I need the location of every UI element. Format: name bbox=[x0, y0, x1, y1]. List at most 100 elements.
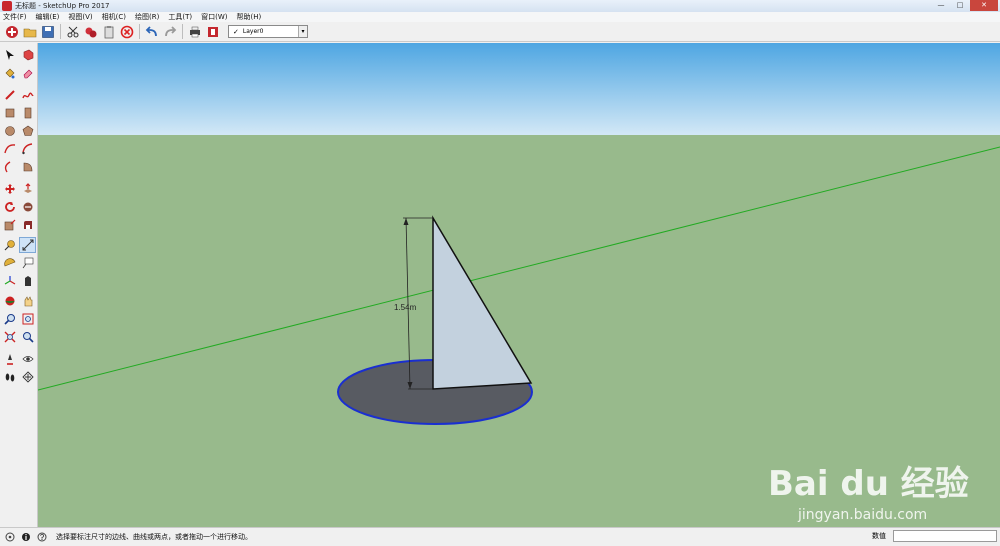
push-pull-tool[interactable] bbox=[19, 181, 36, 197]
dimension-label: 1.54m bbox=[394, 303, 417, 312]
three-point-arc-tool[interactable] bbox=[1, 159, 18, 175]
dimension-icon bbox=[22, 239, 33, 251]
toolbar-separator bbox=[182, 24, 183, 39]
toolbar-separator bbox=[60, 24, 61, 39]
zoom-window-tool[interactable] bbox=[19, 311, 36, 327]
redo-button[interactable] bbox=[161, 23, 179, 41]
geo-location-glyph bbox=[5, 532, 15, 542]
protractor-tool[interactable] bbox=[1, 255, 18, 271]
zoom-extents-tool[interactable] bbox=[1, 329, 18, 345]
look-around-tool[interactable] bbox=[19, 351, 36, 367]
offset-tool[interactable] bbox=[19, 217, 36, 233]
measurements-input[interactable] bbox=[893, 530, 997, 542]
question-glyph bbox=[37, 532, 47, 542]
previous-view-icon bbox=[22, 332, 34, 343]
follow-me-tool[interactable] bbox=[19, 199, 36, 215]
move-arrows-icon bbox=[4, 184, 15, 194]
cut-button[interactable] bbox=[64, 23, 82, 41]
menu-tools[interactable]: 工具(T) bbox=[168, 12, 192, 22]
erase-button[interactable] bbox=[118, 23, 136, 41]
protractor-icon bbox=[3, 258, 15, 267]
two-point-arc-icon bbox=[21, 143, 32, 155]
two-point-arc-tool[interactable] bbox=[19, 141, 36, 157]
3d-text-tool[interactable] bbox=[19, 273, 36, 289]
tape-measure-tool[interactable] bbox=[1, 237, 18, 253]
pie-tool[interactable] bbox=[19, 159, 36, 175]
rectangle-icon bbox=[5, 108, 14, 118]
axes-tool[interactable] bbox=[1, 273, 18, 289]
three-point-arc-icon bbox=[4, 161, 10, 173]
rotate-tool[interactable] bbox=[1, 199, 18, 215]
scale-icon bbox=[4, 219, 15, 231]
move-tool[interactable] bbox=[1, 181, 18, 197]
text-tool[interactable] bbox=[19, 255, 36, 271]
credits-icon[interactable] bbox=[20, 531, 32, 543]
tape-measure-icon bbox=[4, 240, 15, 251]
scene-canvas: 1.54m Bai du 经验 jingyan.baidu.com bbox=[38, 43, 1000, 527]
position-camera-tool[interactable] bbox=[1, 351, 18, 367]
minimize-button[interactable]: — bbox=[932, 0, 950, 11]
print-button[interactable] bbox=[186, 23, 204, 41]
chevron-down-icon[interactable]: ▾ bbox=[298, 26, 307, 37]
scissors-icon bbox=[67, 26, 79, 37]
eye-icon bbox=[21, 356, 34, 362]
menu-help[interactable]: 帮助(H) bbox=[236, 12, 261, 22]
help-icon[interactable] bbox=[36, 531, 48, 543]
paste-button[interactable] bbox=[100, 23, 118, 41]
previous-view-tool[interactable] bbox=[19, 329, 36, 345]
make-component-tool[interactable] bbox=[19, 47, 36, 63]
circle-tool[interactable] bbox=[1, 123, 18, 139]
sky bbox=[38, 43, 1000, 135]
info-glyph bbox=[22, 533, 30, 541]
new-file-icon bbox=[6, 25, 18, 38]
magnifier-icon bbox=[3, 314, 15, 325]
scale-tool[interactable] bbox=[1, 217, 18, 233]
circle-icon bbox=[4, 126, 15, 136]
paint-bucket-tool[interactable] bbox=[1, 65, 18, 81]
select-tool[interactable] bbox=[1, 47, 18, 63]
save-button[interactable] bbox=[39, 23, 57, 41]
menu-window[interactable]: 窗口(W) bbox=[201, 12, 227, 22]
line-tool[interactable] bbox=[1, 87, 18, 103]
rotated-rectangle-tool[interactable] bbox=[19, 105, 36, 121]
offset-icon bbox=[23, 221, 32, 229]
copy-button[interactable] bbox=[82, 23, 100, 41]
zoom-tool[interactable] bbox=[1, 311, 18, 327]
arc-tool[interactable] bbox=[1, 141, 18, 157]
orbit-icon bbox=[5, 296, 14, 306]
menu-view[interactable]: 视图(V) bbox=[68, 12, 92, 22]
eraser-tool[interactable] bbox=[19, 65, 36, 81]
dimension-tool[interactable] bbox=[19, 237, 36, 253]
polygon-tool[interactable] bbox=[19, 123, 36, 139]
geo-location-icon[interactable] bbox=[4, 531, 16, 543]
maximize-button[interactable]: □ bbox=[951, 0, 969, 11]
section-plane-tool[interactable] bbox=[19, 369, 36, 385]
component-icon bbox=[23, 49, 33, 61]
menu-file[interactable]: 文件(F) bbox=[3, 12, 27, 22]
model-info-button[interactable] bbox=[204, 23, 222, 41]
delete-icon bbox=[120, 25, 134, 38]
layer-dropdown[interactable]: ✓ Layer0 ▾ bbox=[228, 25, 308, 38]
model-viewport[interactable]: 1.54m Bai du 经验 jingyan.baidu.com bbox=[38, 43, 1000, 527]
axes-icon bbox=[4, 276, 15, 285]
orbit-tool[interactable] bbox=[1, 293, 18, 309]
zoom-extents-icon bbox=[4, 331, 15, 343]
printer-icon bbox=[190, 26, 200, 37]
freehand-icon bbox=[21, 92, 34, 99]
undo-button[interactable] bbox=[143, 23, 161, 41]
menu-edit[interactable]: 编辑(E) bbox=[36, 12, 60, 22]
open-button[interactable] bbox=[21, 23, 39, 41]
paint-bucket-icon bbox=[5, 68, 14, 79]
layer-check-icon: ✓ bbox=[233, 27, 239, 36]
menu-camera[interactable]: 相机(C) bbox=[102, 12, 126, 22]
freehand-tool[interactable] bbox=[19, 87, 36, 103]
rotated-rectangle-icon bbox=[24, 107, 31, 119]
close-button[interactable]: ✕ bbox=[970, 0, 998, 11]
rectangle-tool[interactable] bbox=[1, 105, 18, 121]
new-file-button[interactable] bbox=[3, 23, 21, 41]
walk-tool[interactable] bbox=[1, 369, 18, 385]
menu-draw[interactable]: 绘图(R) bbox=[135, 12, 159, 22]
folder-icon bbox=[23, 28, 37, 37]
pan-tool[interactable] bbox=[19, 293, 36, 309]
arc-icon bbox=[3, 144, 15, 154]
